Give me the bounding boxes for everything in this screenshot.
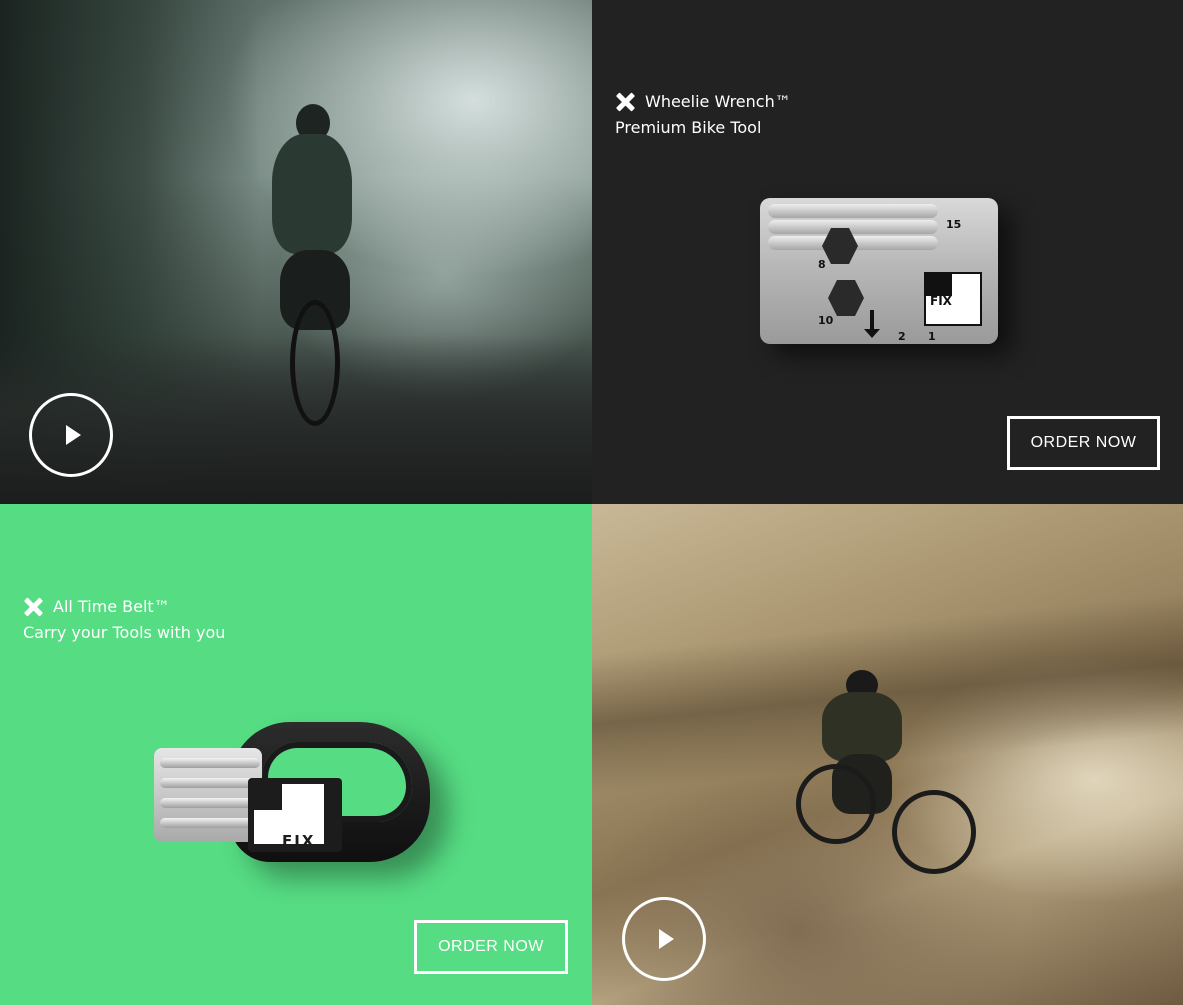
order-now-button[interactable]: ORDER NOW <box>1007 416 1160 470</box>
play-icon <box>65 425 81 445</box>
play-video-button[interactable] <box>29 393 113 477</box>
product-heading: All Time Belt™ Carry your Tools with you <box>23 594 225 646</box>
product-tagline: Carry your Tools with you <box>23 623 226 642</box>
tool-mark: 10 <box>818 314 834 327</box>
mountain-biker-figure <box>782 664 982 874</box>
tool-mark: 15 <box>946 218 962 231</box>
product-heading: Wheelie Wrench™ Premium Bike Tool <box>615 89 791 141</box>
play-video-button[interactable] <box>622 897 706 981</box>
tool-mark: 8 <box>818 258 826 271</box>
mountain-biking-photo-tile <box>592 504 1183 1005</box>
product-tagline: Premium Bike Tool <box>615 118 762 137</box>
x-icon <box>23 597 43 617</box>
play-icon <box>658 929 674 949</box>
tool-mark: 2 <box>898 330 906 343</box>
arrow-down-icon <box>864 310 880 338</box>
belt-logo-text: FIX <box>282 832 316 850</box>
tool-mark: 1 <box>928 330 936 343</box>
road-cyclist-figure <box>250 100 380 426</box>
belt-multitool-image <box>154 748 262 842</box>
order-now-button[interactable]: ORDER NOW <box>414 920 568 974</box>
x-icon <box>615 92 635 112</box>
wheelie-wrench-product-image: 15 8 10 2 1 FIX <box>760 198 998 344</box>
road-cycling-photo-tile <box>0 0 592 504</box>
product-name: All Time Belt™ <box>53 597 170 616</box>
logo-text: FIX <box>930 294 952 308</box>
product-showcase-grid: Wheelie Wrench™ Premium Bike Tool ORDER … <box>0 0 1183 1005</box>
product-name: Wheelie Wrench™ <box>645 92 791 111</box>
